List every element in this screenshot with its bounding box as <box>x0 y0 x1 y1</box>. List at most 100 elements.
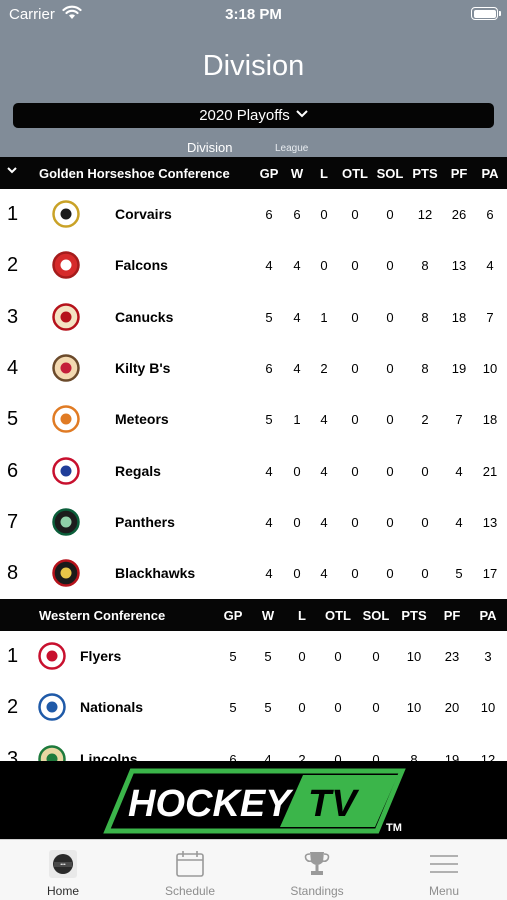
tab-schedule-label: Schedule <box>164 884 216 898</box>
team-rank: 3 <box>7 305 19 328</box>
falcons-logo-icon <box>52 251 80 280</box>
stat-pf: 5 <box>455 566 463 582</box>
column-header-pf: PF <box>450 166 468 181</box>
stat-pa: 3 <box>484 649 492 664</box>
bottom-tab-bar: ••• Home Schedule Standings Menu <box>0 839 507 900</box>
stat-pa: 4 <box>486 258 494 274</box>
blackhawks-logo-icon <box>52 559 80 587</box>
conference-header[interactable]: Western Conference GP W L OTL SOL PTS PF… <box>0 599 507 631</box>
stat-pf: 23 <box>444 649 460 664</box>
stat-sol: 0 <box>372 649 380 664</box>
tab-league[interactable]: League <box>275 143 308 154</box>
tab-division[interactable]: Division <box>187 140 233 155</box>
team-name: Canucks <box>115 308 174 325</box>
stat-pts: 12 <box>417 207 433 222</box>
standings-row[interactable]: 6 Regals 4 0 4 0 0 0 4 21 <box>0 445 507 497</box>
stat-pts: 8 <box>421 258 429 274</box>
standings-row[interactable]: 7 Panthers 4 0 4 0 0 0 4 13 <box>0 496 507 548</box>
stat-sol: 0 <box>386 258 394 274</box>
stat-sol: 0 <box>386 309 394 325</box>
stat-pts: 0 <box>421 514 429 530</box>
stat-gp: 5 <box>229 649 237 664</box>
column-header-l: L <box>298 608 306 623</box>
stat-l: 0 <box>320 207 328 222</box>
team-name: Blackhawks <box>115 565 196 582</box>
stat-sol: 0 <box>386 566 394 582</box>
banner-text-hockey: HOCKEY <box>128 783 294 825</box>
tab-menu[interactable]: Menu <box>381 840 507 900</box>
stat-l: 1 <box>320 309 328 325</box>
standings-row[interactable]: 1 Corvairs 6 6 0 0 0 12 26 6 <box>0 189 507 240</box>
standings-row[interactable]: 8 Blackhawks 4 0 4 0 0 0 5 17 <box>0 548 507 600</box>
stat-sol: 0 <box>386 514 394 530</box>
stat-pa: 10 <box>480 700 496 716</box>
stat-pf: 7 <box>455 412 463 428</box>
column-header-l: L <box>320 166 328 181</box>
tab-standings[interactable]: Standings <box>254 840 380 900</box>
menu-icon <box>430 855 458 873</box>
tab-menu-label: Menu <box>428 884 460 898</box>
team-rank: 6 <box>7 459 19 482</box>
standings-row[interactable]: 2 Nationals 5 5 0 0 0 10 20 10 <box>0 682 507 734</box>
stat-pa: 7 <box>486 309 494 325</box>
team-rank: 7 <box>7 510 19 533</box>
stat-l: 0 <box>298 700 306 716</box>
tab-home-label: Home <box>46 884 79 898</box>
column-header-pa: PA <box>479 608 497 623</box>
stat-pa: 21 <box>482 463 498 479</box>
standings-row[interactable]: 5 Meteors 5 1 4 0 0 2 7 18 <box>0 394 507 446</box>
stat-pts: 0 <box>421 463 429 479</box>
stat-l: 4 <box>320 514 328 530</box>
season-dropdown-value: 2020 Playoffs <box>199 107 290 124</box>
stat-pf: 18 <box>451 309 467 325</box>
stat-pts: 10 <box>406 649 422 664</box>
chevron-down-icon[interactable] <box>5 163 19 177</box>
team-rank: 5 <box>7 408 19 431</box>
standings-row[interactable]: 1 Flyers 5 5 0 0 0 10 23 3 <box>0 631 507 682</box>
stat-pts: 2 <box>421 412 429 428</box>
tab-schedule[interactable]: Schedule <box>127 840 253 900</box>
stat-pf: 26 <box>451 207 467 222</box>
stat-pf: 4 <box>455 463 463 479</box>
stat-pa: 6 <box>486 207 494 222</box>
team-rank: 2 <box>7 254 19 277</box>
team-rank: 4 <box>7 356 19 379</box>
status-bar: Carrier 3:18 PM <box>0 0 507 28</box>
stat-pa: 18 <box>482 412 498 428</box>
column-header-pa: PA <box>481 166 499 181</box>
panthers-logo-icon <box>52 508 80 536</box>
page-title: Division <box>202 50 305 82</box>
column-header-pf: PF <box>443 608 461 623</box>
corvairs-logo-icon <box>52 200 80 228</box>
stat-pa: 13 <box>482 514 498 530</box>
tab-home[interactable]: ••• Home <box>0 840 126 900</box>
season-dropdown[interactable]: 2020 Playoffs <box>13 103 494 128</box>
hockeytv-banner[interactable]: HOCKEY TV TM <box>0 761 507 839</box>
stat-w: 5 <box>264 700 272 716</box>
team-name: Meteors <box>115 411 169 428</box>
tab-standings-label: Standings <box>290 884 344 898</box>
kiltybs-logo-icon <box>52 354 80 382</box>
nationals-logo-icon <box>38 693 66 722</box>
clock: 3:18 PM <box>225 6 282 23</box>
stat-pts: 8 <box>421 360 429 376</box>
battery-icon <box>471 7 501 20</box>
column-header-gp: GP <box>223 608 243 623</box>
stat-pf: 20 <box>444 700 460 716</box>
stat-gp: 5 <box>229 700 237 716</box>
stat-otl: 0 <box>351 258 359 274</box>
column-header-sol: SOL <box>362 608 390 623</box>
standings-row[interactable]: 4 Kilty B's 6 4 2 0 0 8 19 10 <box>0 342 507 394</box>
calendar-icon <box>176 851 204 877</box>
stat-otl: 0 <box>334 700 342 716</box>
stat-l: 4 <box>320 412 328 428</box>
standings-row[interactable]: 2 Falcons 4 4 0 0 0 8 13 4 <box>0 240 507 292</box>
meteors-logo-icon <box>52 405 80 433</box>
standings-row[interactable]: 3 Canucks 5 4 1 0 0 8 18 7 <box>0 291 507 343</box>
team-name: Corvairs <box>115 206 172 222</box>
conference-name: Golden Horseshoe Conference <box>39 166 230 181</box>
hockeytv-logo: HOCKEY TV TM <box>103 768 406 834</box>
conference-header[interactable]: Golden Horseshoe Conference GP W L OTL S… <box>0 157 507 189</box>
column-header-sol: SOL <box>376 166 404 181</box>
team-rank: 2 <box>7 696 19 719</box>
